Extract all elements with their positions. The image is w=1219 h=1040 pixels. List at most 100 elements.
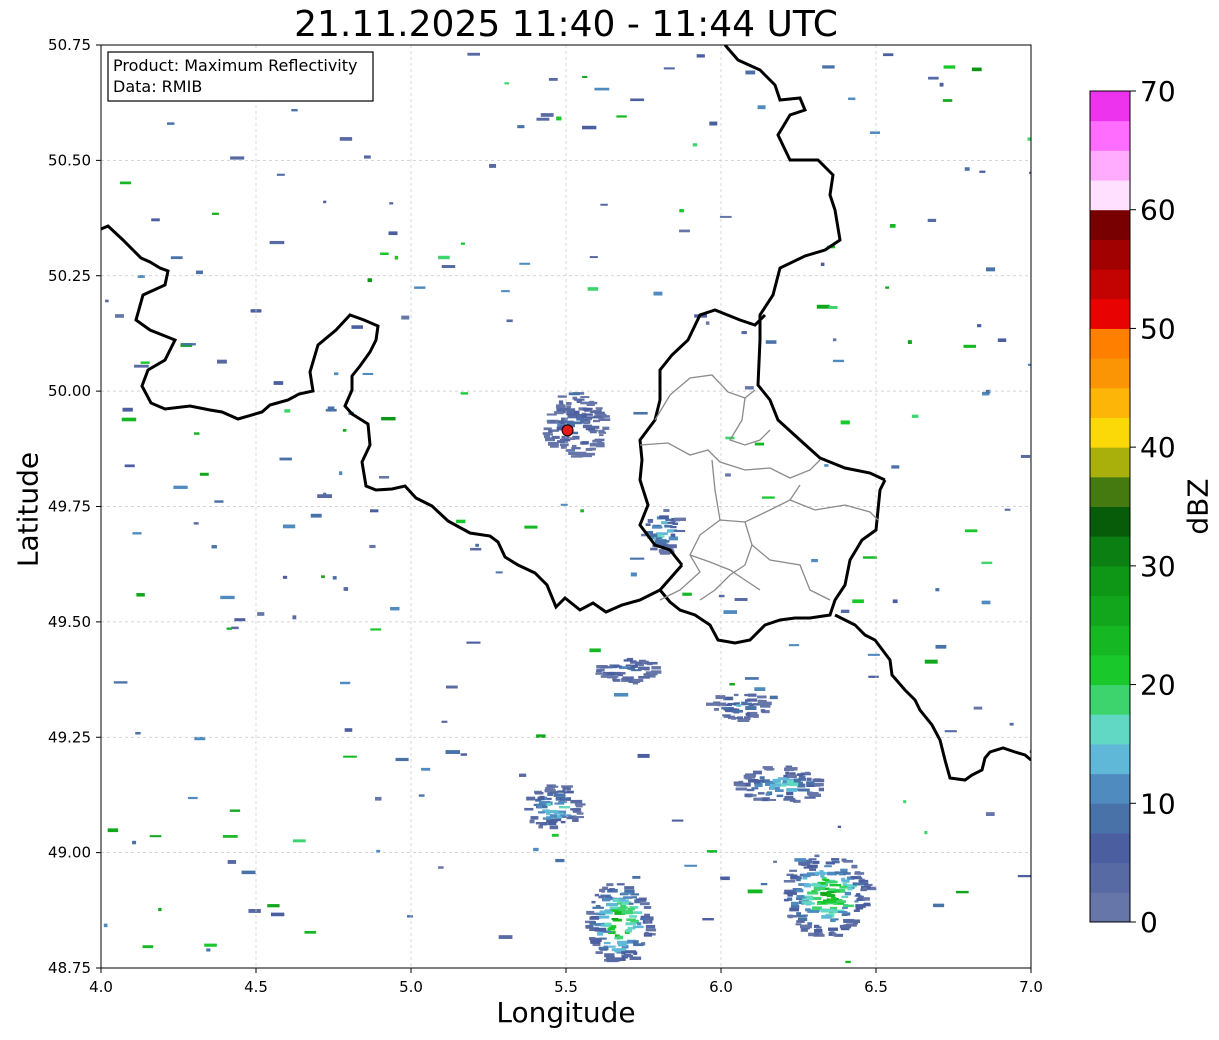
echo-pixel (928, 76, 939, 80)
echo-pixel (761, 496, 775, 499)
echo-pixel (558, 806, 570, 809)
echo-pixel (581, 453, 593, 458)
echo-pixel (580, 396, 590, 399)
echo-pixel (585, 416, 596, 419)
echo-pixel (820, 908, 828, 913)
echo-pixel (570, 455, 583, 458)
echo-pixel (600, 203, 608, 206)
echo-pixel (611, 675, 619, 678)
map-plot-area[interactable]: Product: Maximum Reflectivity Data: RMIB (101, 45, 1040, 968)
echo-pixel (841, 906, 848, 909)
echo-pixel (618, 907, 626, 911)
echo-pixel (586, 402, 593, 406)
colorbar: 0 10 20 30 40 50 60 70 (1089, 75, 1176, 939)
echo-pixel (744, 677, 759, 680)
echo-pixel (568, 451, 580, 456)
echo-pixel (985, 812, 995, 816)
echo-pixel (840, 420, 850, 425)
colorbar-segment (1090, 269, 1130, 300)
echo-pixel (653, 291, 663, 296)
x-tick-label: 5.5 (554, 978, 578, 996)
echo-pixel (553, 785, 559, 788)
echo-pixel (582, 75, 588, 79)
echo-pixel (257, 612, 265, 616)
echo-pixel (310, 513, 322, 518)
echo-pixel (696, 54, 705, 58)
echo-pixel (590, 939, 602, 942)
echo-pixel (587, 287, 599, 291)
echo-pixel (501, 290, 510, 293)
colorbar-tick-label: 50 (1140, 312, 1176, 345)
y-axis-ticks: 50.75 50.50 50.25 50.00 49.75 49.50 49.25 49.00… (48, 36, 101, 977)
echo-pixel (605, 902, 618, 907)
echo-pixel (806, 777, 812, 781)
echo-pixel (787, 774, 797, 779)
echo-pixel (837, 825, 842, 829)
echo-pixel (600, 675, 612, 678)
echo-pixel (367, 278, 372, 283)
echo-pixel (639, 902, 650, 906)
echo-pixel (682, 592, 692, 596)
echo-pixel (406, 915, 413, 918)
echo-pixel (573, 816, 585, 819)
colorbar-segment (1090, 209, 1130, 240)
echo-pixel (997, 338, 1007, 342)
echo-pixel (924, 830, 928, 835)
echo-pixel (723, 610, 738, 614)
echo-pixel (572, 808, 580, 812)
echo-pixel (132, 532, 142, 535)
echo-pixel (737, 716, 744, 719)
echo-pixel (785, 767, 797, 770)
echo-pixel (851, 864, 858, 869)
echo-pixel (600, 924, 605, 927)
echo-pixel (616, 115, 627, 118)
echo-pixel (862, 897, 870, 901)
colorbar-title: dBZ (1181, 478, 1215, 535)
echo-pixel (623, 954, 633, 958)
echo-pixel (759, 776, 765, 780)
echo-pixel (231, 626, 239, 630)
echo-pixel (604, 924, 611, 928)
echo-pixel (529, 819, 535, 824)
echo-pixel (767, 798, 777, 801)
echo-pixel (603, 941, 611, 945)
echo-pixel (751, 794, 757, 797)
echo-pixel (216, 359, 227, 364)
echo-pixel (222, 835, 238, 838)
echo-pixel (891, 465, 900, 469)
echo-pixel (613, 665, 622, 668)
echo-pixel (841, 913, 848, 917)
echo-pixel (248, 908, 261, 913)
echo-pixel (754, 687, 766, 691)
echo-pixel (543, 433, 554, 436)
echo-pixel (798, 777, 807, 781)
echo-pixel (811, 558, 818, 563)
echo-pixel (574, 410, 580, 415)
echo-pixel (370, 628, 382, 631)
echo-pixel (955, 890, 969, 894)
echo-pixel (661, 521, 668, 525)
colorbar-segment (1090, 684, 1130, 715)
colorbar-segment (1090, 476, 1130, 507)
y-tick-label: 49.25 (48, 728, 91, 746)
echo-pixel (869, 131, 881, 134)
echo-pixel (555, 858, 565, 863)
echo-pixel (560, 820, 566, 824)
echo-pixel (794, 858, 807, 862)
colorbar-segment (1090, 862, 1130, 893)
echo-pixel (731, 717, 737, 720)
echo-pixel (659, 551, 671, 555)
echo-pixel (645, 928, 657, 932)
echo-pixel (854, 872, 865, 875)
echo-pixel (645, 523, 651, 526)
echo-pixel (971, 67, 982, 72)
echo-pixel (553, 793, 566, 797)
colorbar-segment (1090, 447, 1130, 478)
echo-pixel (834, 890, 840, 893)
echo-pixel (134, 364, 149, 368)
echo-pixel (746, 788, 755, 792)
echo-pixel (799, 924, 812, 929)
echo-pixel (625, 929, 633, 933)
echo-pixel (670, 533, 676, 537)
echo-pixel (559, 443, 569, 447)
